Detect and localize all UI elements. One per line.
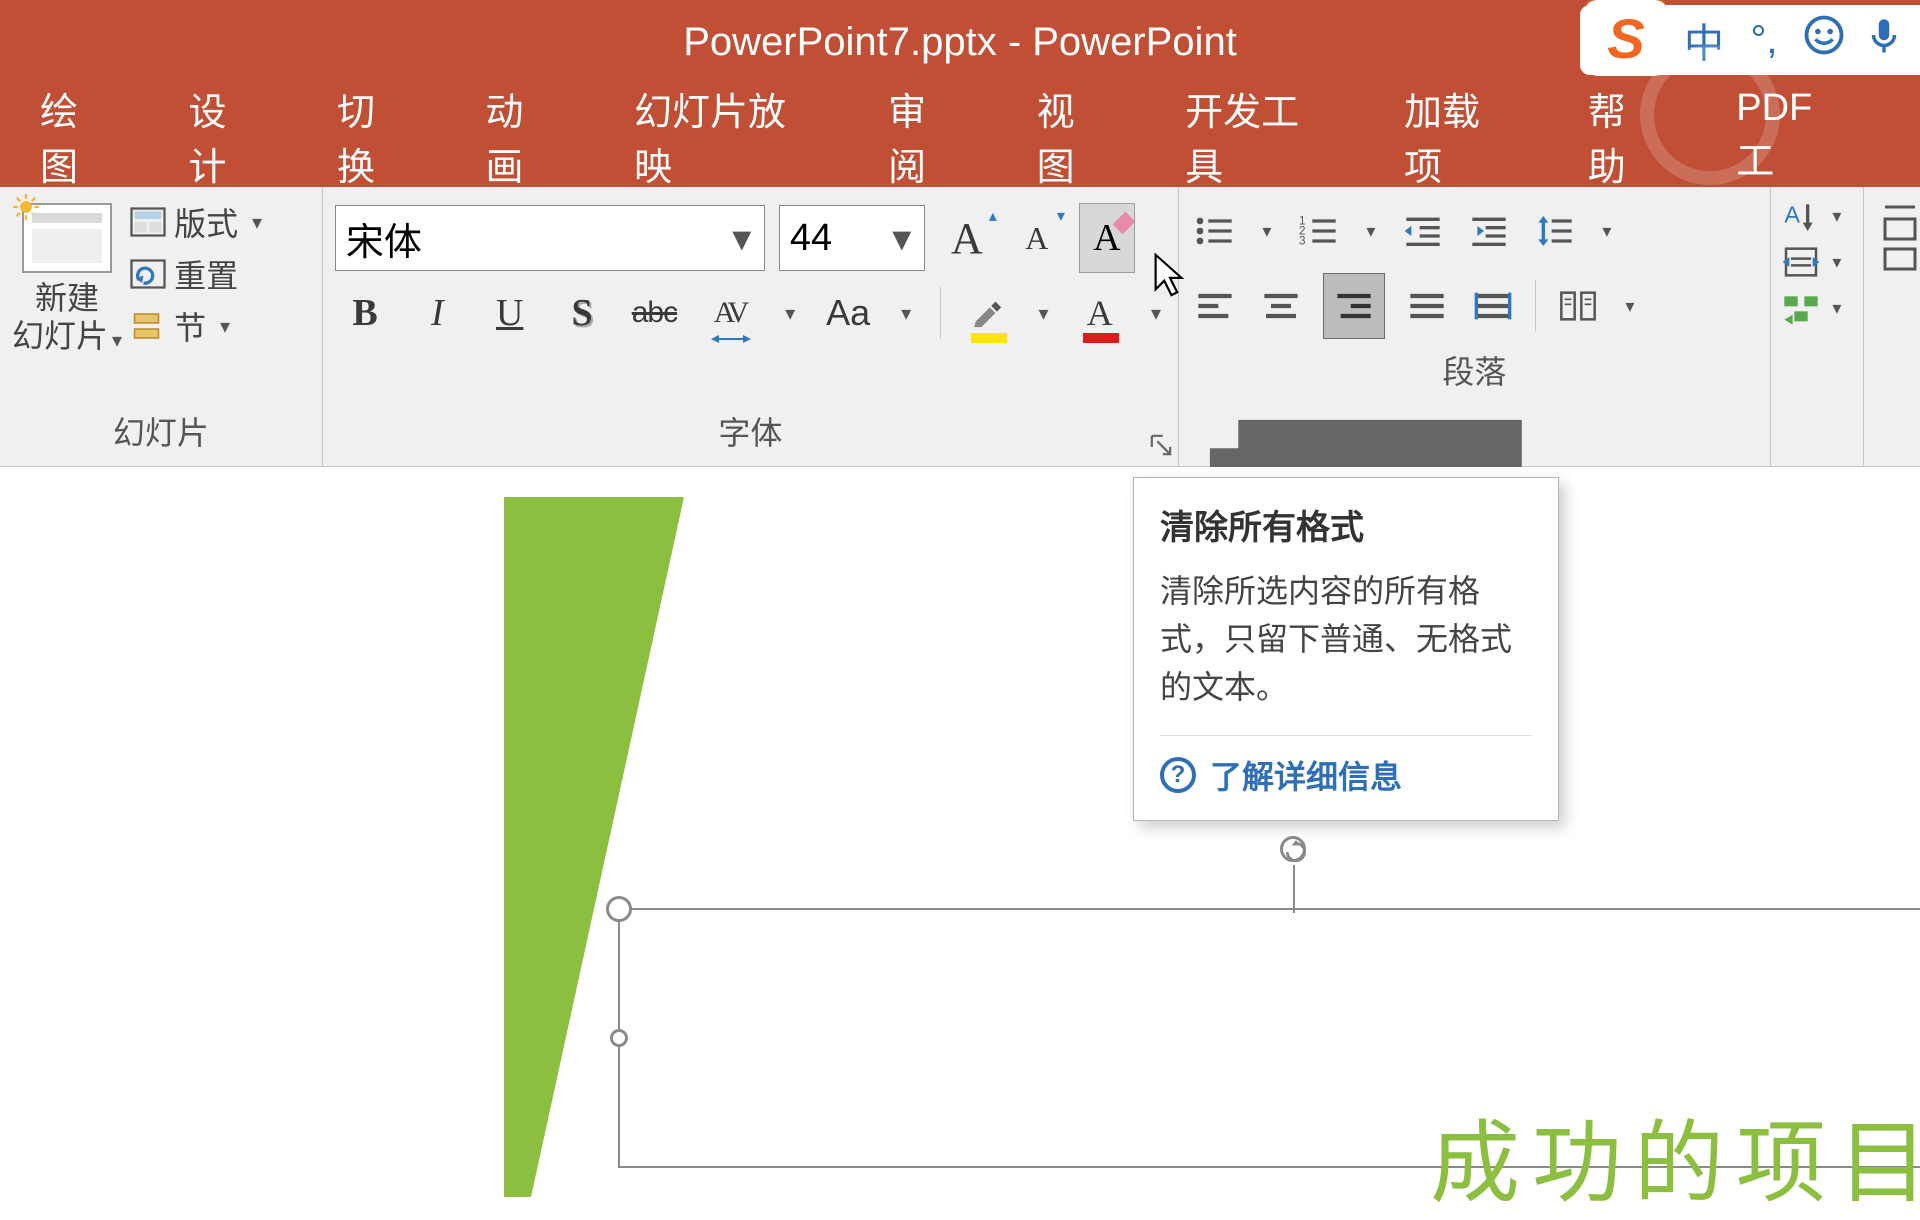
font-size-combo[interactable]: 44 ▾ [779, 205, 925, 271]
text-direction-button[interactable]: A ▾ [1781, 199, 1863, 233]
tooltip-title: 清除所有格式 [1160, 500, 1532, 549]
tab-design[interactable]: 设计 [188, 81, 258, 191]
tooltip-learn-more-link[interactable]: ? 了解详细信息 [1160, 752, 1532, 798]
resize-handle[interactable] [606, 896, 632, 922]
chevron-down-icon[interactable]: ▾ [730, 216, 754, 261]
ribbon-tabs: 绘图 设计 切换 动画 幻灯片放映 审阅 视图 开发工具 加载项 帮助 PDF工 [0, 85, 1920, 187]
group-slides: 新建幻灯片▾ 版式▾ 重置 节▾ 幻灯片 [0, 187, 323, 466]
group-paragraph: ▾ 123 ▾ ▾ ▾ 段落 [1179, 187, 1771, 466]
columns-button[interactable] [1554, 282, 1602, 330]
text-highlight-button[interactable] [965, 287, 1010, 339]
rotate-handle[interactable] [1280, 836, 1306, 862]
layout-button[interactable]: 版式▾ [130, 199, 268, 245]
tab-addins[interactable]: 加载项 [1404, 81, 1510, 191]
title-bar: PowerPoint7.pptx - PowerPoint S 中 °, [0, 0, 1920, 85]
font-color-dropdown[interactable]: ▾ [1146, 301, 1166, 326]
align-left-button[interactable] [1191, 282, 1239, 330]
tooltip-body: 清除所选内容的所有格式，只留下普通、无格式的文本。 [1160, 567, 1532, 711]
numbered-dropdown[interactable]: ▾ [1361, 221, 1381, 242]
bullet-list-button[interactable] [1191, 207, 1239, 255]
align-right-button[interactable] [1323, 273, 1385, 339]
chevron-down-icon[interactable]: ▾ [890, 216, 914, 261]
align-distributed-button[interactable] [1469, 282, 1517, 330]
font-name-combo[interactable]: 宋体 ▾ [335, 205, 765, 271]
group-font: 宋体 ▾ 44 ▾ A▴ A▾ A B I [323, 187, 1179, 466]
change-case-button[interactable]: Aa [824, 287, 872, 339]
tab-review[interactable]: 审阅 [888, 81, 958, 191]
align-center-button[interactable] [1257, 282, 1305, 330]
tab-transitions[interactable]: 切换 [337, 81, 407, 191]
ribbon: 新建幻灯片▾ 版式▾ 重置 节▾ 幻灯片 [0, 187, 1920, 467]
group-font-label: 字体 [335, 400, 1166, 462]
line-spacing-dropdown[interactable]: ▾ [1597, 221, 1617, 242]
numbered-list-button[interactable]: 123 [1295, 207, 1343, 255]
bold-button[interactable]: B [341, 287, 389, 339]
tooltip-clear-formatting: 清除所有格式 清除所选内容的所有格式，只留下普通、无格式的文本。 ? 了解详细信… [1133, 477, 1559, 821]
change-case-dropdown[interactable]: ▾ [896, 301, 916, 326]
ime-mic-button[interactable] [1854, 14, 1914, 66]
tell-me-icon [1640, 45, 1780, 185]
strikethrough-button[interactable]: abc [630, 287, 678, 339]
new-slide-button[interactable]: 新建幻灯片▾ [12, 197, 122, 400]
align-justify-button[interactable] [1403, 282, 1451, 330]
tab-animations[interactable]: 动画 [485, 81, 555, 191]
resize-handle[interactable] [610, 1029, 628, 1047]
sogou-ime-icon[interactable]: S [1586, 0, 1666, 76]
tab-slideshow[interactable]: 幻灯片放映 [634, 81, 810, 191]
reset-button[interactable]: 重置 [130, 251, 268, 297]
group-slides-label: 幻灯片 [12, 400, 310, 462]
highlight-dropdown[interactable]: ▾ [1034, 301, 1054, 326]
character-spacing-button[interactable]: AV [703, 287, 757, 339]
tab-view[interactable]: 视图 [1037, 81, 1107, 191]
shadow-button[interactable]: S [558, 287, 606, 339]
increase-indent-button[interactable] [1465, 207, 1513, 255]
section-button[interactable]: 节▾ [130, 303, 268, 349]
underline-button[interactable]: U [486, 287, 534, 339]
clear-formatting-button[interactable]: A [1079, 203, 1135, 273]
decrease-indent-button[interactable] [1399, 207, 1447, 255]
italic-button[interactable]: I [413, 287, 461, 339]
align-text-button[interactable]: ▾ [1781, 245, 1863, 279]
bullet-dropdown[interactable]: ▾ [1257, 221, 1277, 242]
increase-font-size-button[interactable]: A▴ [939, 208, 995, 268]
group-drawing-stub [1864, 187, 1920, 466]
group-paragraph-label: 段落 [1191, 339, 1758, 401]
group-text-direction: A ▾ ▾ ▾ [1771, 187, 1864, 466]
tab-developer[interactable]: 开发工具 [1185, 81, 1326, 191]
decrease-font-size-button[interactable]: A▾ [1009, 208, 1065, 268]
char-spacing-dropdown[interactable]: ▾ [780, 301, 800, 326]
slide-canvas[interactable]: 成功的项目 [0, 467, 1920, 1080]
svg-text:A: A [1784, 202, 1800, 228]
new-slide-label-1: 新建 [35, 280, 99, 316]
cursor-icon [1152, 252, 1188, 298]
svg-text:3: 3 [1299, 234, 1305, 247]
slide-title-text: 成功的项目 [1430, 1090, 1920, 1220]
ime-emoji-button[interactable] [1794, 14, 1854, 66]
convert-smartart-button[interactable]: ▾ [1781, 291, 1863, 325]
tab-draw[interactable]: 绘图 [40, 81, 110, 191]
new-slide-label-2: 幻灯片 [12, 318, 108, 354]
font-color-button[interactable]: A [1077, 287, 1122, 339]
columns-dropdown[interactable]: ▾ [1620, 296, 1640, 317]
line-spacing-button[interactable] [1531, 207, 1579, 255]
font-dialog-launcher[interactable] [1150, 434, 1172, 456]
window-title: PowerPoint7.pptx - PowerPoint [683, 20, 1237, 65]
help-icon: ? [1160, 757, 1196, 793]
